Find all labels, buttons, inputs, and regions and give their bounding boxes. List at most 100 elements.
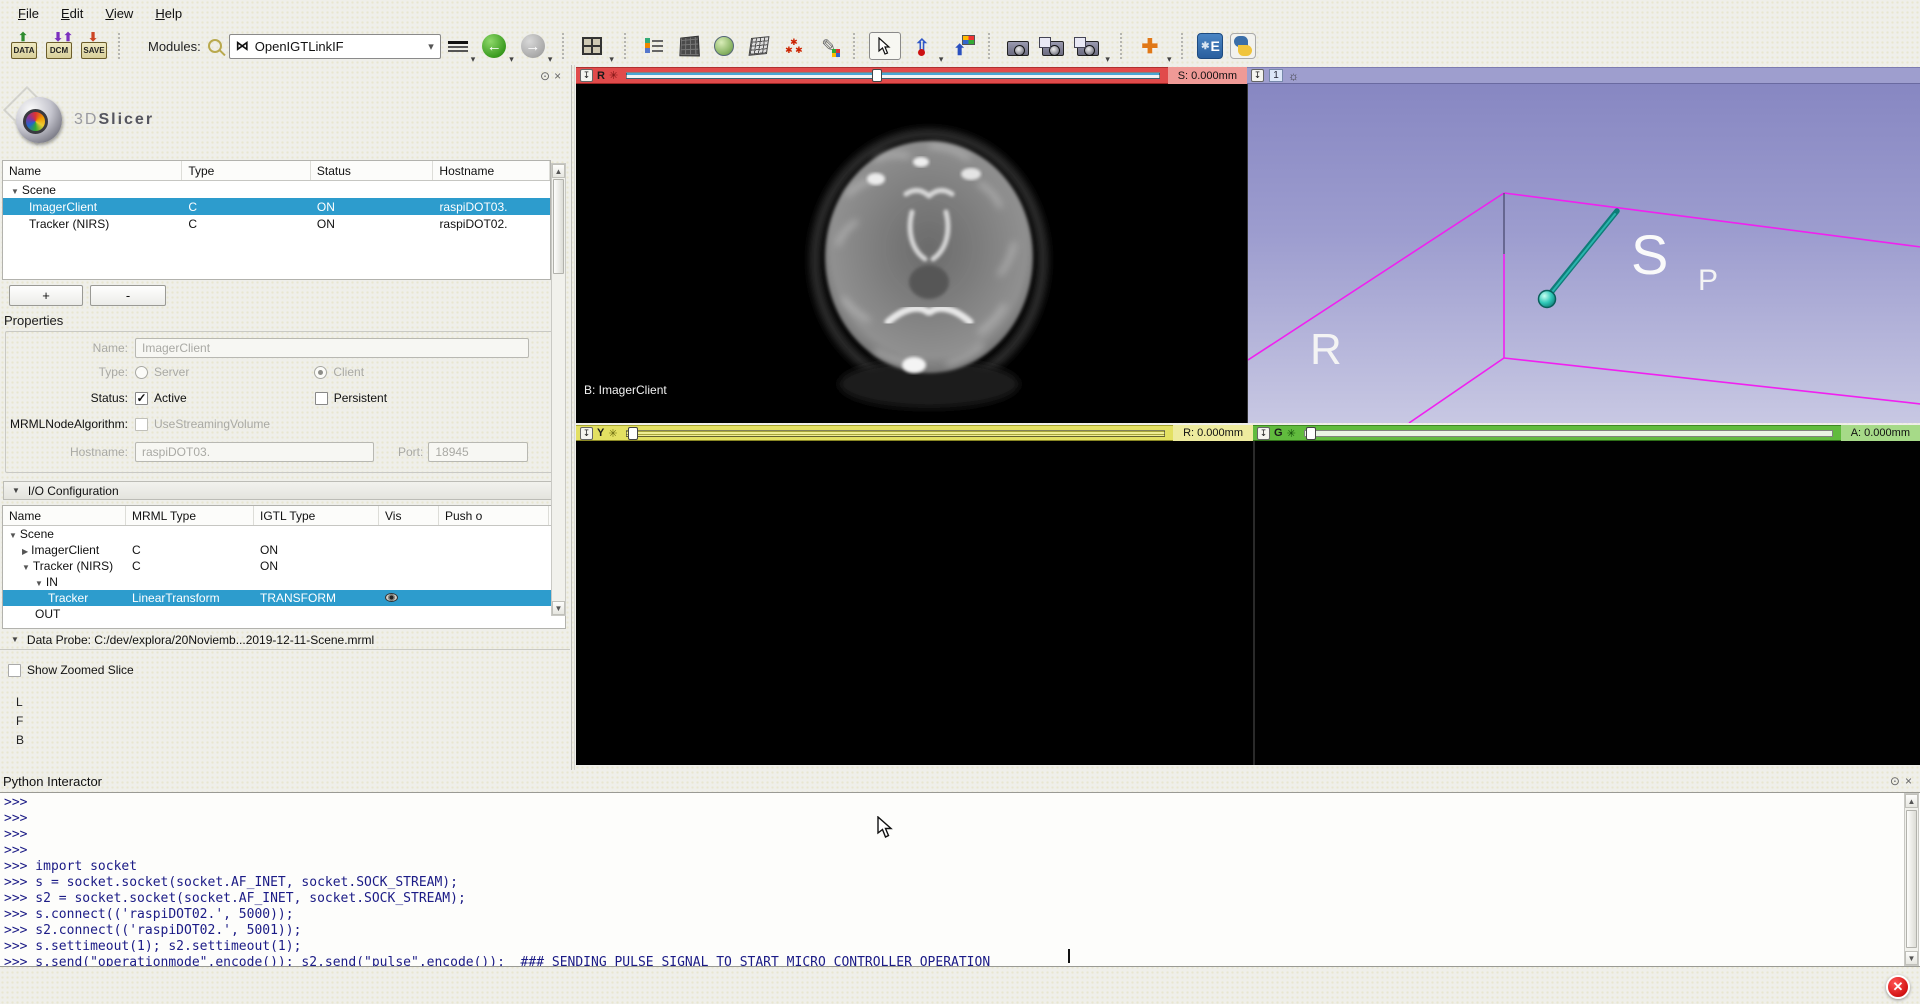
yellow-pin-icon[interactable]: ↧ [580, 427, 593, 440]
panel-divider[interactable] [571, 65, 575, 770]
slice-grid-button[interactable] [745, 32, 773, 60]
menu-help[interactable]: Help [145, 2, 192, 25]
io-row-in[interactable]: ▼IN [3, 574, 565, 590]
forward-dropdown-icon[interactable]: ▾ [548, 54, 553, 65]
remove-connector-button[interactable]: - [90, 285, 166, 306]
red-slice-view[interactable]: B: ImagerClient [576, 84, 1247, 423]
column-header[interactable]: Name [3, 506, 126, 525]
column-header[interactable]: Vis [379, 506, 439, 525]
add-connector-button[interactable]: + [9, 285, 83, 306]
python-console[interactable]: >>>>>>>>>>>>>>> import socket>>> s = soc… [0, 792, 1920, 967]
back-dropdown-icon[interactable]: ▾ [509, 54, 514, 65]
screenshot-button[interactable] [1004, 32, 1032, 60]
io-row-tracker-nirs-[interactable]: ▼Tracker (NIRS)CON [3, 558, 565, 574]
console-scrollbar-thumb[interactable] [1906, 810, 1917, 948]
server-radio[interactable] [135, 366, 148, 379]
io-configuration-header[interactable]: ▼ I/O Configuration [3, 481, 566, 500]
crosshair-button[interactable]: ✚ [1136, 32, 1164, 60]
column-header[interactable]: MRML Type [126, 506, 254, 525]
column-header[interactable]: IGTL Type [254, 506, 379, 525]
persistent-checkbox[interactable] [315, 392, 328, 405]
data-probe-header[interactable]: ▼ Data Probe: C:/dev/explora/20Noviemb..… [3, 630, 566, 649]
markups-button[interactable]: ✱✱ ✱ [780, 32, 808, 60]
column-header[interactable]: Name [3, 161, 182, 180]
extensions-manager-button[interactable]: E [1197, 33, 1223, 59]
scroll-up-icon[interactable]: ▲ [1905, 794, 1918, 808]
port-field[interactable]: 18945 [428, 442, 528, 462]
green-menu-icon[interactable]: ✳ [1287, 427, 1296, 440]
module-forward-button[interactable]: → [521, 34, 545, 58]
window-level-button[interactable]: ⬆ [950, 32, 978, 60]
yellow-menu-icon[interactable]: ✳ [608, 427, 617, 440]
module-back-button[interactable]: ← [482, 34, 506, 58]
load-data-button[interactable]: ⬆ DATA [10, 32, 38, 60]
module-history-button[interactable] [448, 37, 468, 55]
client-radio[interactable] [314, 366, 327, 379]
panel-close-icon[interactable]: × [554, 69, 561, 83]
menu-file[interactable]: File [8, 2, 49, 25]
io-row-imagerclient[interactable]: ▶ImagerClientCON [3, 542, 565, 558]
crosshair-dropdown-icon[interactable]: ▾ [1167, 54, 1172, 65]
green-slider-handle[interactable] [1306, 427, 1316, 440]
red-slice-slider[interactable] [626, 69, 1160, 82]
threed-spin-icon[interactable]: ☼ [1288, 69, 1299, 83]
models-button[interactable] [710, 32, 738, 60]
hostname-field[interactable]: raspiDOT03. [135, 442, 374, 462]
scene-dropdown-icon[interactable]: ▾ [1105, 54, 1110, 65]
column-header[interactable]: Status [311, 161, 434, 180]
python-interactor-button[interactable] [1230, 33, 1256, 59]
connector-row-tracker-nirs-[interactable]: Tracker (NIRS)CONraspiDOT02. [3, 215, 550, 232]
streaming-volume-checkbox[interactable] [135, 418, 148, 431]
column-header[interactable]: Push o [439, 506, 549, 525]
menu-edit[interactable]: Edit [51, 2, 93, 25]
scroll-up-icon[interactable]: ▲ [552, 164, 565, 178]
panel-popout-icon[interactable]: ⊙ [540, 69, 550, 83]
menu-view[interactable]: View [95, 2, 143, 25]
notification-close-button[interactable]: ✕ [1886, 975, 1910, 999]
python-close-icon[interactable]: × [1905, 774, 1912, 788]
yellow-slider-handle[interactable] [628, 427, 638, 440]
yellow-slice-slider[interactable] [626, 427, 1166, 440]
red-pin-icon[interactable]: ↧ [580, 69, 593, 82]
threed-pin-icon[interactable]: ↧ [1251, 69, 1264, 82]
scene-view-button[interactable] [1039, 32, 1067, 60]
load-dicom-button[interactable]: ⬇⬆ DCM [45, 32, 73, 60]
green-pin-icon[interactable]: ↧ [1257, 427, 1270, 440]
save-button[interactable]: ⬇ SAVE [80, 32, 108, 60]
mouse-interaction-button[interactable] [869, 32, 901, 60]
io-row-tracker[interactable]: TrackerLinearTransformTRANSFORM [3, 590, 565, 606]
transform-tool-button[interactable]: ⇧ [908, 32, 936, 60]
panel-scrollbar[interactable]: ▲ ▼ [551, 163, 566, 616]
module-search-icon[interactable] [208, 39, 222, 53]
volume-rendering-button[interactable] [675, 32, 703, 60]
green-slice-view[interactable] [1253, 441, 1920, 765]
red-slider-handle[interactable] [872, 69, 882, 82]
io-row-out[interactable]: OUT [3, 606, 565, 622]
layout-dropdown-icon[interactable]: ▾ [609, 54, 614, 65]
layout-selector-button[interactable] [578, 32, 606, 60]
visibility-eye-icon[interactable] [385, 593, 398, 602]
scroll-down-icon[interactable]: ▼ [552, 601, 565, 615]
console-scrollbar[interactable]: ▲ ▼ [1904, 793, 1919, 966]
panel-scrollbar-thumb[interactable] [553, 179, 564, 274]
active-checkbox[interactable]: ✓ [135, 392, 148, 405]
show-zoomed-slice-checkbox[interactable] [8, 664, 21, 677]
transform-dropdown-icon[interactable]: ▾ [939, 54, 944, 65]
module-selector-combo[interactable]: ⋈ OpenIGTLinkIF ▾ [229, 34, 441, 59]
connector-name-field[interactable]: ImagerClient [135, 338, 529, 358]
scroll-down-icon[interactable]: ▼ [1905, 951, 1918, 965]
io-row-scene[interactable]: ▼Scene [3, 526, 565, 542]
module-list-button[interactable] [640, 32, 668, 60]
connector-row-scene[interactable]: ▼Scene [3, 181, 550, 198]
editor-button[interactable]: ✎ [815, 32, 843, 60]
column-header[interactable]: Type [182, 161, 311, 180]
history-dropdown-icon[interactable]: ▾ [471, 54, 476, 65]
red-menu-icon[interactable]: ✳ [609, 69, 618, 82]
yellow-slice-view[interactable] [576, 441, 1253, 765]
connector-row-imagerclient[interactable]: ImagerClientCONraspiDOT03. [3, 198, 550, 215]
python-popout-icon[interactable]: ⊙ [1890, 774, 1900, 788]
scene-restore-button[interactable] [1074, 32, 1102, 60]
green-slice-slider[interactable] [1304, 427, 1833, 440]
threed-view[interactable]: S P R [1247, 84, 1920, 423]
column-header[interactable]: Hostname [433, 161, 550, 180]
